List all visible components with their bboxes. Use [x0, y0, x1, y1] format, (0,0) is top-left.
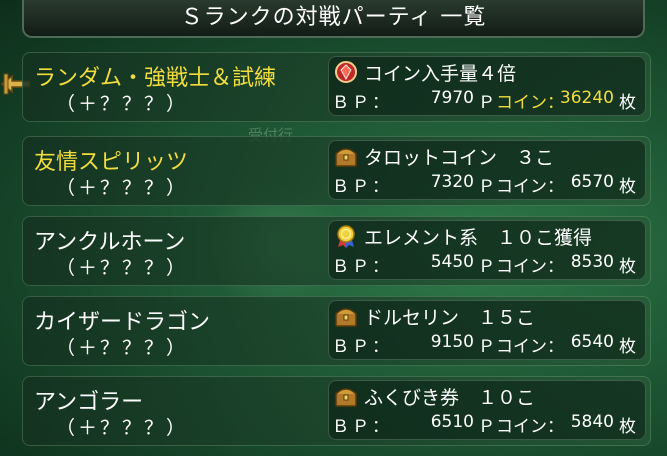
coin-value: 6540 [570, 332, 614, 352]
reward-panel: コイン入手量４倍 ＢＰ： 7970 Ｐ コイン： 36240 枚 [328, 56, 646, 116]
bp-label: ＢＰ： [332, 257, 392, 277]
coin-value: 8530 [570, 252, 614, 272]
party-name: 友情スピリッツ [34, 150, 189, 175]
reward-panel: ドルセリン １５こ ＢＰ： 9150 Ｐ コイン： 6540 枚 [328, 300, 646, 360]
reward-label: ドルセリン １５こ [364, 307, 536, 329]
coin-value: 5840 [570, 412, 614, 432]
party-row[interactable]: カイザードラゴン （＋？？？） ドルセリン １５こ ＢＰ： 9150 Ｐ コイン： 6540 枚 [22, 296, 651, 366]
bp-unit: Ｐ [478, 417, 495, 437]
party-name: ランダム・強戦士＆試練 [34, 66, 277, 91]
party-stat: （＋？？？） [56, 337, 189, 359]
treasure-chest-icon [334, 144, 358, 168]
party-stat: （＋？？？） [56, 177, 189, 199]
party-stat: （＋？？？） [56, 93, 189, 115]
bp-label: ＢＰ： [332, 93, 392, 113]
party-row[interactable]: ランダム・強戦士＆試練 （＋？？？） コイン入手量４倍 ＢＰ： 7970 Ｐ コイン： 362… [22, 52, 651, 122]
bp-unit: Ｐ [478, 337, 495, 357]
bp-unit: Ｐ [478, 93, 495, 113]
gold-medal-icon [334, 224, 358, 248]
party-stat: （＋？？？） [56, 417, 189, 439]
party-name: カイザードラゴン [34, 310, 211, 335]
reward-label: ふくびき券 １０こ [364, 387, 536, 409]
coin-unit: 枚 [619, 177, 636, 197]
red-gem-icon [334, 60, 358, 84]
reward-panel: エレメント系 １０こ獲得 ＢＰ： 5450 Ｐ コイン： 8530 枚 [328, 220, 646, 280]
coin-unit: 枚 [619, 337, 636, 357]
bp-unit: Ｐ [478, 257, 495, 277]
coin-unit: 枚 [619, 417, 636, 437]
bp-value: 7970 [430, 88, 474, 108]
bp-value: 6510 [430, 412, 474, 432]
bp-value: 7320 [430, 172, 474, 192]
treasure-chest-icon [334, 304, 358, 328]
coin-unit: 枚 [619, 257, 636, 277]
coin-value: 36240 [559, 88, 614, 108]
coin-value: 6570 [570, 172, 614, 192]
bp-unit: Ｐ [478, 177, 495, 197]
page-title: Ｓランクの対戦パーティ 一覧 [22, 0, 645, 38]
party-row[interactable]: アンゴラー （＋？？？） ふくびき券 １０こ ＢＰ： 6510 Ｐ コイン： 5840 枚 [22, 376, 651, 446]
party-name: アンクルホーン [34, 230, 186, 255]
reward-label: コイン入手量４倍 [364, 63, 517, 85]
bp-label: ＢＰ： [332, 417, 392, 437]
party-row[interactable]: アンクルホーン （＋？？？） エレメント系 １０こ獲得 ＢＰ： 5450 Ｐ コイン： 853… [22, 216, 651, 286]
reward-label: エレメント系 １０こ獲得 [364, 227, 593, 249]
reward-panel: ふくびき券 １０こ ＢＰ： 6510 Ｐ コイン： 5840 枚 [328, 380, 646, 440]
bp-value: 9150 [430, 332, 474, 352]
treasure-chest-icon [334, 384, 358, 408]
reward-panel: タロットコイン ３こ ＢＰ： 7320 Ｐ コイン： 6570 枚 [328, 140, 646, 200]
coin-unit: 枚 [619, 93, 636, 113]
bp-value: 5450 [430, 252, 474, 272]
bp-label: ＢＰ： [332, 337, 392, 357]
party-stat: （＋？？？） [56, 257, 189, 279]
party-row[interactable]: 友情スピリッツ （＋？？？） タロットコイン ３こ ＢＰ： 7320 Ｐ コイン： 6570 枚 [22, 136, 651, 206]
bp-label: ＢＰ： [332, 177, 392, 197]
party-name: アンゴラー [34, 390, 144, 415]
reward-label: タロットコイン ３こ [364, 147, 555, 169]
